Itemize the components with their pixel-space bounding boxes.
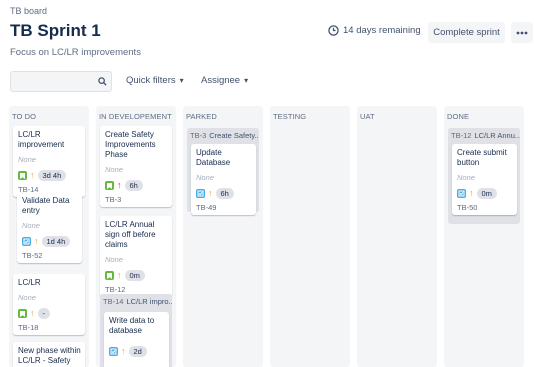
priority-high-icon: ↑	[117, 180, 122, 190]
estimate-badge: 2d	[128, 346, 147, 357]
card-summary: Write data to database	[109, 316, 155, 335]
parent-issue-summary: LC/LR Annu...	[474, 131, 520, 140]
card-epic: None	[105, 165, 123, 174]
more-actions-button[interactable]	[511, 22, 533, 43]
card-epic: None	[22, 221, 40, 230]
parent-issue-summary: Create Safety...	[209, 131, 259, 140]
parent-issue-key: TB-14	[103, 297, 124, 306]
priority-medium-icon: ↑	[208, 188, 213, 198]
priority-medium-icon: ↑	[117, 270, 122, 280]
issue-key[interactable]: TB-3	[105, 195, 168, 204]
chevron-down-icon: ▾	[244, 76, 249, 85]
clock-icon	[328, 25, 339, 36]
estimate-badge: 0m	[476, 188, 497, 199]
quick-filters-label: Quick filters	[126, 75, 176, 86]
card-summary: LC/LR	[18, 278, 41, 287]
parent-issue-header[interactable]: TB-14 LC/LR impro...	[100, 294, 172, 308]
issue-card-tb-12[interactable]: LC/LR Annual sign off before claims None…	[100, 216, 172, 297]
days-remaining-label: 14 days remaining	[343, 25, 421, 36]
estimate-badge: 6h	[215, 188, 234, 199]
issue-card-tb-14[interactable]: LC/LR improvement None ↑ 3d 4h TB-14	[13, 126, 85, 197]
issue-key[interactable]: TB-49	[196, 203, 252, 212]
estimate-badge: 1d 4h	[41, 236, 71, 247]
story-icon	[18, 171, 27, 180]
issue-key[interactable]: TB-50	[457, 203, 513, 212]
complete-sprint-button[interactable]: Complete sprint	[428, 22, 505, 43]
issue-card-tb-50[interactable]: Create submit button None ↑ 0m TB-50	[452, 144, 517, 215]
issue-card-tb-49[interactable]: Update Database None ↑ 6h TB-49	[191, 144, 256, 215]
task-icon	[196, 189, 205, 198]
card-summary: Create submit button	[457, 148, 507, 167]
card-summary: Update Database	[196, 148, 231, 167]
issue-card-tb-52[interactable]: Validate Data entry None ↑ 1d 4h TB-52	[17, 192, 82, 263]
column-header: PARKED	[186, 112, 217, 121]
issue-key[interactable]: TB-52	[22, 251, 78, 260]
column-uat: UAT	[357, 106, 437, 367]
card-epic: None	[105, 255, 123, 264]
sprint-goal: Focus on LC/LR improvements	[10, 47, 141, 58]
parent-issue-summary: LC/LR impro...	[126, 297, 172, 306]
more-icon	[516, 31, 528, 34]
priority-medium-icon: ↑	[30, 308, 35, 318]
task-icon	[457, 189, 466, 198]
column-parked: PARKED TB-3 Create Safety... Update Datab…	[183, 106, 263, 367]
card-epic: None	[18, 293, 36, 302]
issue-card-tb-3[interactable]: Create Safety Improvements Phase None ↑ …	[100, 126, 172, 207]
assignee-label: Assignee	[201, 75, 241, 86]
column-header: UAT	[360, 112, 375, 121]
breadcrumb[interactable]: TB board	[10, 6, 47, 16]
estimate-badge: -	[37, 308, 50, 319]
page-title: TB Sprint 1	[10, 21, 101, 40]
parent-issue-key: TB-3	[190, 131, 207, 140]
issue-card-new-phase[interactable]: New phase within LC/LR - Safety	[13, 342, 85, 367]
column-todo: TO DO LC/LR improvement None ↑ 3d 4h TB-…	[9, 106, 89, 367]
column-testing: TESTING	[270, 106, 350, 367]
issue-key[interactable]: TB-18	[18, 323, 81, 332]
column-header: IN DEVELOPEMENT	[99, 112, 172, 121]
days-remaining: 14 days remaining	[328, 25, 421, 36]
task-icon	[22, 237, 31, 246]
card-summary: LC/LR improvement	[18, 130, 65, 149]
card-epic: None	[457, 173, 475, 182]
priority-medium-icon: ↑	[469, 188, 474, 198]
estimate-badge: 0m	[124, 270, 145, 281]
issue-key[interactable]: TB-12	[105, 285, 168, 294]
story-icon	[105, 181, 114, 190]
assignee-dropdown[interactable]: Assignee ▾	[201, 75, 248, 86]
parent-issue-header[interactable]: TB-3 Create Safety...	[187, 128, 259, 142]
estimate-badge: 3d 4h	[37, 170, 67, 181]
card-summary: Create Safety Improvements Phase	[105, 130, 156, 159]
column-in-development: IN DEVELOPEMENT Create Safety Improvemen…	[96, 106, 176, 367]
priority-medium-icon: ↑	[30, 170, 35, 180]
issue-card-tb-18[interactable]: LC/LR None ↑ - TB-18	[13, 274, 85, 335]
issue-card-write-data[interactable]: Write data to database ↑ 2d	[104, 312, 169, 367]
quick-filters-dropdown[interactable]: Quick filters ▾	[126, 75, 184, 86]
card-epic: None	[196, 173, 214, 182]
card-summary: New phase within LC/LR - Safety	[18, 346, 81, 365]
column-header: TO DO	[12, 112, 37, 121]
column-header: TESTING	[273, 112, 307, 121]
card-summary: LC/LR Annual sign off before claims	[105, 220, 156, 249]
story-icon	[18, 309, 27, 318]
priority-medium-icon: ↑	[34, 236, 39, 246]
search-input[interactable]	[10, 71, 112, 92]
priority-medium-icon: ↑	[121, 346, 126, 356]
task-icon	[109, 347, 118, 356]
search-icon	[98, 77, 107, 86]
estimate-badge: 6h	[124, 180, 143, 191]
story-icon	[105, 271, 114, 280]
card-epic: None	[18, 155, 36, 164]
column-done: DONE TB-12 LC/LR Annu... Create submit bu…	[444, 106, 524, 367]
chevron-down-icon: ▾	[179, 76, 184, 85]
parent-issue-key: TB-12	[451, 131, 472, 140]
card-summary: Validate Data entry	[22, 196, 70, 215]
column-header: DONE	[447, 112, 470, 121]
parent-issue-header[interactable]: TB-12 LC/LR Annu...	[448, 128, 520, 142]
